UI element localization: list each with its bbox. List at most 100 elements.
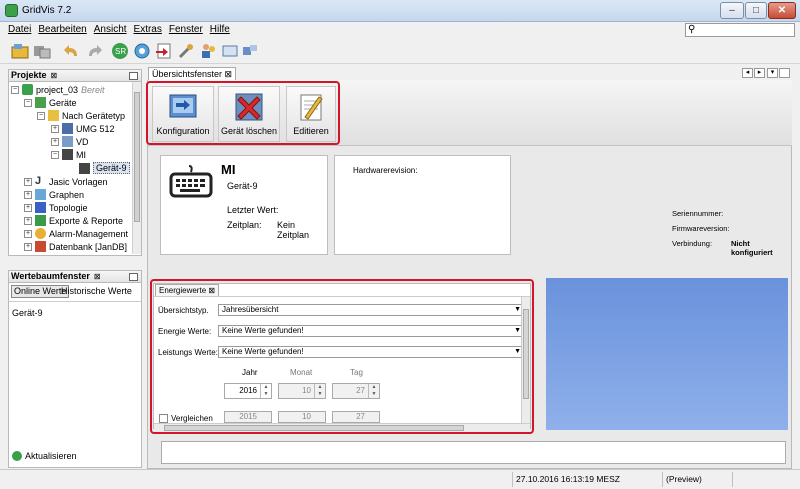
users-icon[interactable]: [198, 41, 218, 61]
tab-list-icon[interactable]: ▾: [767, 68, 778, 78]
projects-tree: − project_03 Bereit − Geräte − Nach Gerätety…: [8, 82, 142, 256]
power-values-select[interactable]: Keine Werte gefunden! ▼: [218, 346, 524, 358]
tree-umg512[interactable]: + UMG 512: [51, 123, 115, 134]
refresh-button[interactable]: Aktualisieren: [12, 451, 77, 461]
menu-bearbeiten[interactable]: Bearbeiten: [38, 24, 86, 35]
power-values-value: Keine Werte gefunden!: [222, 347, 304, 356]
online-icon[interactable]: SR: [110, 41, 130, 61]
app-icon: [5, 4, 18, 17]
menu-extras[interactable]: Extras: [134, 24, 162, 35]
compare-day-value: 27: [356, 412, 365, 421]
tree-project[interactable]: − project_03 Bereit: [11, 84, 105, 95]
energy-values-label: Energie Werte:: [158, 327, 212, 336]
compare-day-spinner[interactable]: 27: [332, 411, 380, 423]
projects-title: Projekte: [11, 70, 47, 80]
col-year-label: Jahr: [242, 368, 258, 377]
spinner-arrows-icon[interactable]: ▲ ▼: [260, 384, 271, 398]
year-spinner[interactable]: 2016 ▲ ▼: [224, 383, 272, 399]
month-spinner[interactable]: 10 ▲ ▼: [278, 383, 326, 399]
status-mode: (Preview): [662, 472, 732, 487]
compare-month-spinner[interactable]: 10: [278, 411, 326, 423]
keyboard-icon: [169, 165, 213, 198]
tree-nach-geraetetyp[interactable]: − Nach Gerätetyp: [37, 110, 125, 121]
undo-icon[interactable]: [62, 41, 82, 61]
menu-ansicht[interactable]: Ansicht: [94, 24, 127, 35]
config-button[interactable]: Konfiguration: [152, 86, 214, 142]
overview-type-label: Übersichtstyp.: [158, 306, 209, 315]
connection-label: Verbindung:: [672, 239, 713, 248]
open-project-icon[interactable]: [10, 41, 30, 61]
delete-device-button[interactable]: Gerät löschen: [218, 86, 280, 142]
geraet9-label: Gerät-9: [93, 162, 130, 174]
menu-hilfe[interactable]: Hilfe: [210, 24, 230, 35]
tab-uebersichtsfenster[interactable]: Übersichtsfenster ⊠: [148, 67, 236, 80]
compare-year-spinner[interactable]: 2015: [224, 411, 272, 423]
monitor-icon[interactable]: [220, 41, 240, 61]
devices-icon: [35, 97, 46, 108]
redo-icon[interactable]: [84, 41, 104, 61]
status-bar: 27.10.2016 16:13:19 MESZ (GMT+02:00) (Pr…: [0, 469, 800, 489]
import-icon[interactable]: [154, 41, 174, 61]
day-spinner[interactable]: 27 ▲ ▼: [332, 383, 380, 399]
tab-energiewerte[interactable]: Energiewerte ⊠: [155, 284, 220, 296]
tree-alarm[interactable]: + Alarm-Management: [24, 228, 128, 239]
output-field[interactable]: [161, 441, 786, 464]
compare-checkbox[interactable]: [159, 414, 168, 423]
search-icon: ⚲: [688, 24, 696, 35]
minimize-panel-icon[interactable]: [129, 273, 138, 281]
values-panel-body: Online Werte Historische Werte Gerät-9 A…: [8, 283, 142, 468]
title-bar: GridVis 7.2 – □ ✕: [0, 0, 800, 22]
tree-exporte[interactable]: + Exporte & Reporte: [24, 215, 123, 226]
settings-gear-icon[interactable]: [132, 41, 152, 61]
overview-type-select[interactable]: Jahresübersicht ▼: [218, 304, 524, 316]
maximize-panel-icon[interactable]: [779, 68, 790, 78]
edit-button[interactable]: Editieren: [286, 86, 336, 142]
jasic-icon: J: [35, 175, 42, 187]
minimize-button[interactable]: –: [720, 2, 744, 19]
jasic-label: Jasic Vorlagen: [49, 176, 108, 187]
close-button[interactable]: ✕: [768, 2, 796, 19]
close-project-icon[interactable]: [32, 41, 52, 61]
tree-geraete[interactable]: − Geräte: [24, 97, 77, 108]
network-icon[interactable]: [240, 41, 260, 61]
connection-value: Nicht konfiguriert: [731, 239, 773, 257]
tree-geraet9[interactable]: Gerät-9: [79, 162, 130, 174]
search-input[interactable]: ⚲: [685, 23, 795, 37]
chevron-down-icon: ▼: [514, 348, 521, 355]
graph-icon: [35, 189, 46, 200]
tree-scrollbar[interactable]: [132, 82, 141, 254]
tree-topologie[interactable]: + Topologie: [24, 202, 88, 213]
umg-label: UMG 512: [76, 123, 115, 134]
energy-tab-close-icon[interactable]: ⊠: [208, 286, 215, 295]
tree-jasic[interactable]: + J Jasic Vorlagen: [24, 176, 108, 187]
scroll-right-icon[interactable]: ▸: [754, 68, 765, 78]
values-close-icon[interactable]: ⊠: [94, 272, 101, 281]
tree-mi[interactable]: − MI: [51, 149, 86, 160]
alarm-icon: [35, 228, 46, 239]
divider: [154, 296, 530, 297]
topologie-label: Topologie: [49, 202, 88, 213]
tab-close-icon[interactable]: ⊠: [225, 69, 233, 79]
vd-label: VD: [76, 136, 89, 147]
energy-horizontal-scrollbar[interactable]: [154, 423, 530, 432]
compare-label: Vergleichen: [171, 414, 213, 423]
tab-historische-werte[interactable]: Historische Werte: [61, 286, 132, 297]
keyboard-icon: [79, 162, 90, 174]
spinner-arrows-icon[interactable]: ▲ ▼: [314, 384, 325, 398]
spinner-arrows-icon[interactable]: ▲ ▼: [368, 384, 379, 398]
toolbar: SR: [0, 38, 800, 64]
scroll-left-icon[interactable]: ◂: [742, 68, 753, 78]
tree-datenbank[interactable]: + Datenbank [JanDB]: [24, 241, 127, 252]
minimize-panel-icon[interactable]: [129, 72, 138, 80]
keyboard-icon: [62, 149, 73, 160]
menu-fenster[interactable]: Fenster: [169, 24, 203, 35]
tools-icon[interactable]: [176, 41, 196, 61]
energy-vertical-scrollbar[interactable]: [521, 297, 530, 423]
menu-datei[interactable]: Datei: [8, 24, 31, 35]
tree-graphen[interactable]: + Graphen: [24, 189, 84, 200]
tree-vd[interactable]: + VD: [51, 136, 89, 147]
maximize-button[interactable]: □: [745, 2, 767, 19]
energy-values-select[interactable]: Keine Werte gefunden! ▼: [218, 325, 524, 337]
projects-close-icon[interactable]: ⊠: [51, 71, 58, 80]
values-item[interactable]: Gerät-9: [12, 308, 43, 318]
